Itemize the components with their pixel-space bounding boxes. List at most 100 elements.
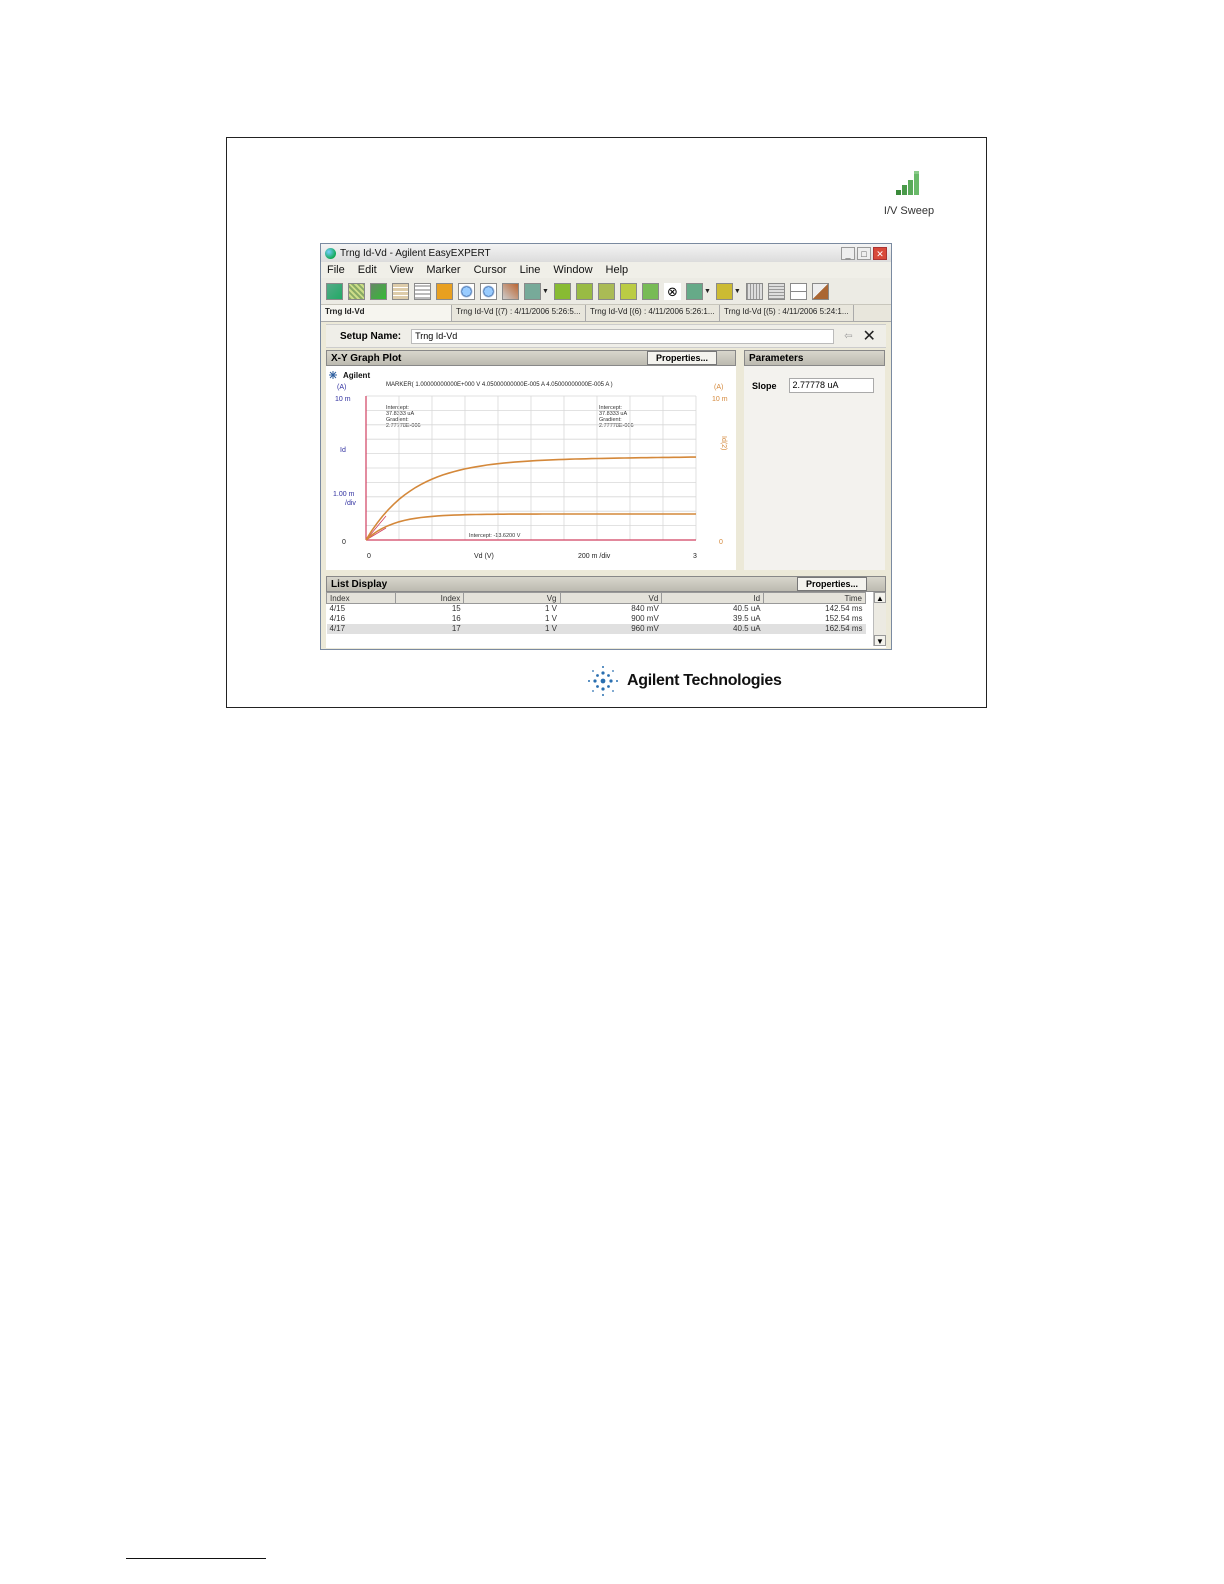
window-title: Trng Id-Vd - Agilent EasyEXPERT: [340, 247, 491, 259]
desktop-icon-iv-sweep[interactable]: I/V Sweep: [874, 170, 944, 217]
right-axis-unit: (A): [714, 384, 723, 391]
x-axis-label: Vd (V): [474, 553, 494, 560]
marker-icon[interactable]: [553, 282, 571, 300]
table-cell: 840 mV: [631, 604, 659, 613]
tab-result-5[interactable]: Trng Id-Vd [(5) : 4/11/2006 5:24:1...: [720, 305, 854, 321]
autoscale-icon[interactable]: [524, 282, 541, 300]
maximize-button[interactable]: □: [857, 246, 871, 260]
iv-sweep-icon: [896, 171, 919, 195]
menu-view[interactable]: View: [390, 264, 414, 276]
scatter-icon[interactable]: [348, 282, 365, 300]
chevron-down-icon[interactable]: ▼: [542, 288, 549, 295]
setup-name-input[interactable]: [411, 328, 835, 344]
minimize-button[interactable]: _: [841, 246, 855, 260]
chevron-down-icon[interactable]: ▼: [704, 288, 711, 295]
list-table: Index Index Vg Vd Id Time 4/15 15 1 V 84…: [326, 592, 866, 634]
table-cell: 17: [395, 624, 464, 634]
annotation-right: Intercept: 37.8333 uA Gradient: 2.77778E…: [599, 405, 634, 429]
table-cell: 162.54 ms: [763, 624, 866, 634]
menu-bar: File Edit View Marker Cursor Line Window…: [321, 262, 891, 278]
xy-plot[interactable]: Agilent MARKER( 1.00000000000E+000 V 4.0…: [326, 366, 736, 570]
col-header[interactable]: Vd: [559, 592, 663, 604]
cursor-next-icon[interactable]: [619, 282, 637, 300]
grid-fine-icon[interactable]: [767, 282, 785, 300]
list-properties-button[interactable]: Properties...: [796, 577, 867, 591]
marker-readout: MARKER( 1.00000000000E+000 V 4.050000000…: [386, 382, 613, 388]
tab-result-7[interactable]: Trng Id-Vd [(7) : 4/11/2006 5:26:5...: [452, 305, 586, 321]
left-axis-top-tick: 10 m: [335, 396, 351, 403]
agilent-spark-icon: [329, 371, 337, 379]
menu-edit[interactable]: Edit: [358, 264, 377, 276]
edit-icon[interactable]: [811, 282, 829, 300]
right-axis-zero: 0: [719, 539, 723, 546]
crop-icon[interactable]: [436, 282, 453, 300]
list-scrollbar[interactable]: ▲ ▼: [873, 592, 886, 646]
grid-icon[interactable]: [745, 282, 763, 300]
graph-icon[interactable]: [326, 282, 343, 300]
title-bar[interactable]: Trng Id-Vd - Agilent EasyEXPERT _ □ ✕: [321, 244, 891, 262]
app-globe-icon: [325, 247, 336, 259]
scroll-down-icon[interactable]: ▼: [874, 635, 886, 646]
pen-icon[interactable]: [715, 282, 733, 300]
cursor-icon[interactable]: [597, 282, 615, 300]
tools-icon[interactable]: [502, 282, 519, 300]
menu-line[interactable]: Line: [520, 264, 541, 276]
slope-row: Slope 2.77778 uA: [744, 378, 885, 393]
left-axis-div-unit: /div: [345, 500, 356, 507]
menu-file[interactable]: File: [327, 264, 345, 276]
graph-properties-button[interactable]: Properties...: [646, 351, 717, 365]
footnote-divider: [126, 1558, 266, 1559]
table-cell: 40.5 uA: [661, 624, 764, 634]
graph-panel-title: X-Y Graph Plot: [331, 352, 402, 364]
table-cell: 142.54 ms: [825, 604, 863, 613]
marker-next-icon[interactable]: [575, 282, 593, 300]
line-mode-icon[interactable]: [685, 282, 703, 300]
table-cell: 1 V: [544, 614, 557, 623]
table-cell: 4/17: [326, 624, 396, 634]
close-icon[interactable]: ✕: [863, 326, 876, 346]
menu-help[interactable]: Help: [606, 264, 629, 276]
left-axis-div: 1.00 m: [333, 491, 355, 498]
col-header[interactable]: Vg: [463, 592, 561, 604]
desktop-icon-label: I/V Sweep: [883, 205, 935, 217]
line-icon[interactable]: [641, 282, 659, 300]
split-view-icon[interactable]: [789, 282, 807, 300]
chevron-down-icon[interactable]: ▼: [734, 288, 741, 295]
scroll-up-icon[interactable]: ▲: [874, 592, 886, 603]
table-cell: 39.5 uA: [733, 614, 761, 623]
scroll-track[interactable]: [874, 603, 886, 635]
zoom-out-icon[interactable]: [480, 282, 497, 300]
table-cell: 4/16: [329, 614, 346, 623]
annotation-left: Intercept: 37.8333 uA Gradient: 2.77778E…: [386, 405, 421, 429]
result-tabs: Trng Id-Vd Trng Id-Vd [(7) : 4/11/2006 5…: [321, 305, 891, 322]
table-cell: 4/15: [329, 604, 346, 613]
list-display-panel: List Display Properties... Index Index V…: [326, 576, 886, 648]
table-icon[interactable]: [392, 282, 409, 300]
graph-brand: Agilent: [343, 371, 370, 380]
tab-result-6[interactable]: Trng Id-Vd [(6) : 4/11/2006 5:26:1...: [586, 305, 720, 321]
col-header[interactable]: Index: [394, 592, 465, 604]
col-header[interactable]: Time: [763, 592, 866, 604]
tab-setup[interactable]: Trng Id-Vd: [321, 305, 452, 321]
list-icon[interactable]: [414, 282, 431, 300]
table-cell: 15: [451, 604, 461, 613]
menu-marker[interactable]: Marker: [426, 264, 460, 276]
table-row[interactable]: 4/16 16 1 V 900 mV 39.5 uA 152.54 ms: [327, 614, 866, 624]
close-button[interactable]: ✕: [873, 246, 887, 260]
menu-cursor[interactable]: Cursor: [474, 264, 507, 276]
binoculars-icon[interactable]: ⊗: [663, 282, 681, 300]
col-header[interactable]: Index: [326, 592, 396, 604]
list-display-title: List Display: [331, 578, 388, 590]
zoom-in-icon[interactable]: [458, 282, 475, 300]
curve-icon[interactable]: [370, 282, 387, 300]
parameters-title: Parameters: [749, 352, 804, 364]
table-row[interactable]: 4/15 15 1 V 840 mV 40.5 uA 142.54 ms: [327, 604, 866, 615]
parameters-header: Parameters: [744, 350, 885, 366]
menu-window[interactable]: Window: [553, 264, 592, 276]
left-axis-zero: 0: [342, 539, 346, 546]
table-row[interactable]: 4/17 17 1 V 960 mV 40.5 uA 162.54 ms: [326, 624, 866, 634]
right-axis-name: Id(2): [720, 436, 727, 450]
col-header[interactable]: Id: [661, 592, 765, 604]
back-arrow-icon[interactable]: ⇦: [844, 331, 852, 342]
agilent-spark-icon: [588, 666, 618, 696]
